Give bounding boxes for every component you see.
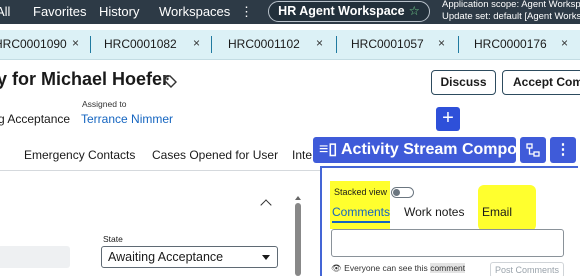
tab-divider bbox=[458, 36, 459, 53]
activity-stream-title: Activity Stream Compose bbox=[341, 141, 535, 158]
more-menu-icon[interactable]: ⋮ bbox=[240, 4, 253, 20]
discuss-button[interactable]: Discuss bbox=[431, 70, 496, 95]
stacked-view-toggle[interactable] bbox=[391, 187, 414, 198]
scroll-up-arrow[interactable] bbox=[295, 196, 301, 200]
tag-icon[interactable] bbox=[162, 73, 178, 89]
state-select-value: Awaiting Acceptance bbox=[108, 250, 224, 264]
eye-icon: 👁 bbox=[331, 263, 342, 273]
close-icon[interactable]: × bbox=[72, 36, 79, 50]
app-window: All Favorites History Workspaces ⋮ HR Ag… bbox=[0, 0, 580, 276]
tab-divider bbox=[211, 36, 212, 53]
close-icon[interactable]: × bbox=[193, 36, 200, 50]
post-comments-button[interactable]: Post Comments bbox=[490, 262, 564, 276]
star-icon[interactable]: ☆ bbox=[409, 4, 420, 18]
more-options-icon[interactable]: ⋮ bbox=[550, 137, 576, 163]
toggle-knob bbox=[393, 189, 400, 196]
state-select[interactable]: Awaiting Acceptance bbox=[101, 246, 278, 268]
assigned-to-link[interactable]: Terrance Nimmer bbox=[81, 112, 173, 126]
comment-input[interactable] bbox=[331, 229, 564, 257]
top-navigation-bar: All Favorites History Workspaces ⋮ HR Ag… bbox=[0, 0, 580, 24]
visibility-word: comment bbox=[430, 263, 466, 273]
state-summary: g Acceptance bbox=[0, 112, 71, 126]
tab-interactions[interactable]: Inte bbox=[292, 148, 312, 162]
nav-all[interactable]: All bbox=[0, 4, 10, 19]
tab-divider bbox=[90, 36, 91, 53]
tab-email[interactable]: Email bbox=[482, 205, 512, 219]
close-icon[interactable]: × bbox=[438, 36, 445, 50]
hierarchy-button[interactable] bbox=[520, 137, 546, 163]
nav-workspaces[interactable]: Workspaces bbox=[159, 4, 230, 19]
divider bbox=[0, 170, 320, 171]
workspace-pill-label: HR Agent Workspace bbox=[278, 4, 405, 18]
visibility-note: 👁 Everyone can see this comment bbox=[331, 263, 466, 274]
record-tab[interactable]: HRC0001090 bbox=[0, 37, 67, 51]
record-tab-bar: HRC0001090 × HRC0001082 × HRC0001102 × H… bbox=[0, 30, 580, 60]
workspace-pill[interactable]: HR Agent Workspace ☆ bbox=[268, 1, 430, 22]
record-tab[interactable]: HRC0000176 bbox=[474, 37, 547, 51]
stacked-view-label: Stacked view bbox=[334, 187, 388, 197]
tab-cases-opened-for-user[interactable]: Cases Opened for User bbox=[152, 148, 278, 162]
caret-down-icon bbox=[262, 255, 270, 260]
application-scope-text: Application scope: Agent Worksp bbox=[442, 0, 580, 10]
close-icon[interactable]: × bbox=[561, 36, 568, 50]
assigned-to-label: Assigned to bbox=[82, 99, 127, 109]
nav-favorites[interactable]: Favorites bbox=[33, 4, 86, 19]
record-tab[interactable]: HRC0001102 bbox=[228, 37, 300, 51]
activity-stream-compose-header[interactable]: ≡▯ Activity Stream Compose bbox=[313, 137, 535, 163]
compose-icon: ≡▯ bbox=[319, 141, 338, 158]
close-icon[interactable]: × bbox=[316, 36, 323, 50]
update-set-text: Update set: default [Agent Works bbox=[442, 11, 580, 22]
record-title: y for Michael Hoefer bbox=[0, 69, 170, 89]
tab-comments[interactable]: Comments bbox=[332, 205, 391, 223]
record-tab[interactable]: HRC0001057 bbox=[351, 37, 424, 51]
tab-divider bbox=[336, 36, 337, 53]
add-button[interactable]: + bbox=[436, 107, 460, 131]
form-field[interactable] bbox=[0, 246, 70, 268]
nav-history[interactable]: History bbox=[99, 4, 139, 19]
visibility-prefix: Everyone can see this bbox=[344, 263, 428, 273]
state-label: State bbox=[103, 234, 123, 244]
hierarchy-icon bbox=[526, 143, 540, 157]
record-tab[interactable]: HRC0001082 bbox=[104, 37, 177, 51]
chevron-up-icon[interactable] bbox=[260, 199, 272, 211]
application-scope-info[interactable]: Application scope: Agent Worksp Update s… bbox=[442, 0, 580, 23]
tab-emergency-contacts[interactable]: Emergency Contacts bbox=[24, 148, 135, 162]
tab-work-notes[interactable]: Work notes bbox=[404, 205, 464, 219]
accept-button[interactable]: Accept Comp bbox=[502, 70, 580, 95]
scrollbar[interactable] bbox=[295, 203, 301, 276]
